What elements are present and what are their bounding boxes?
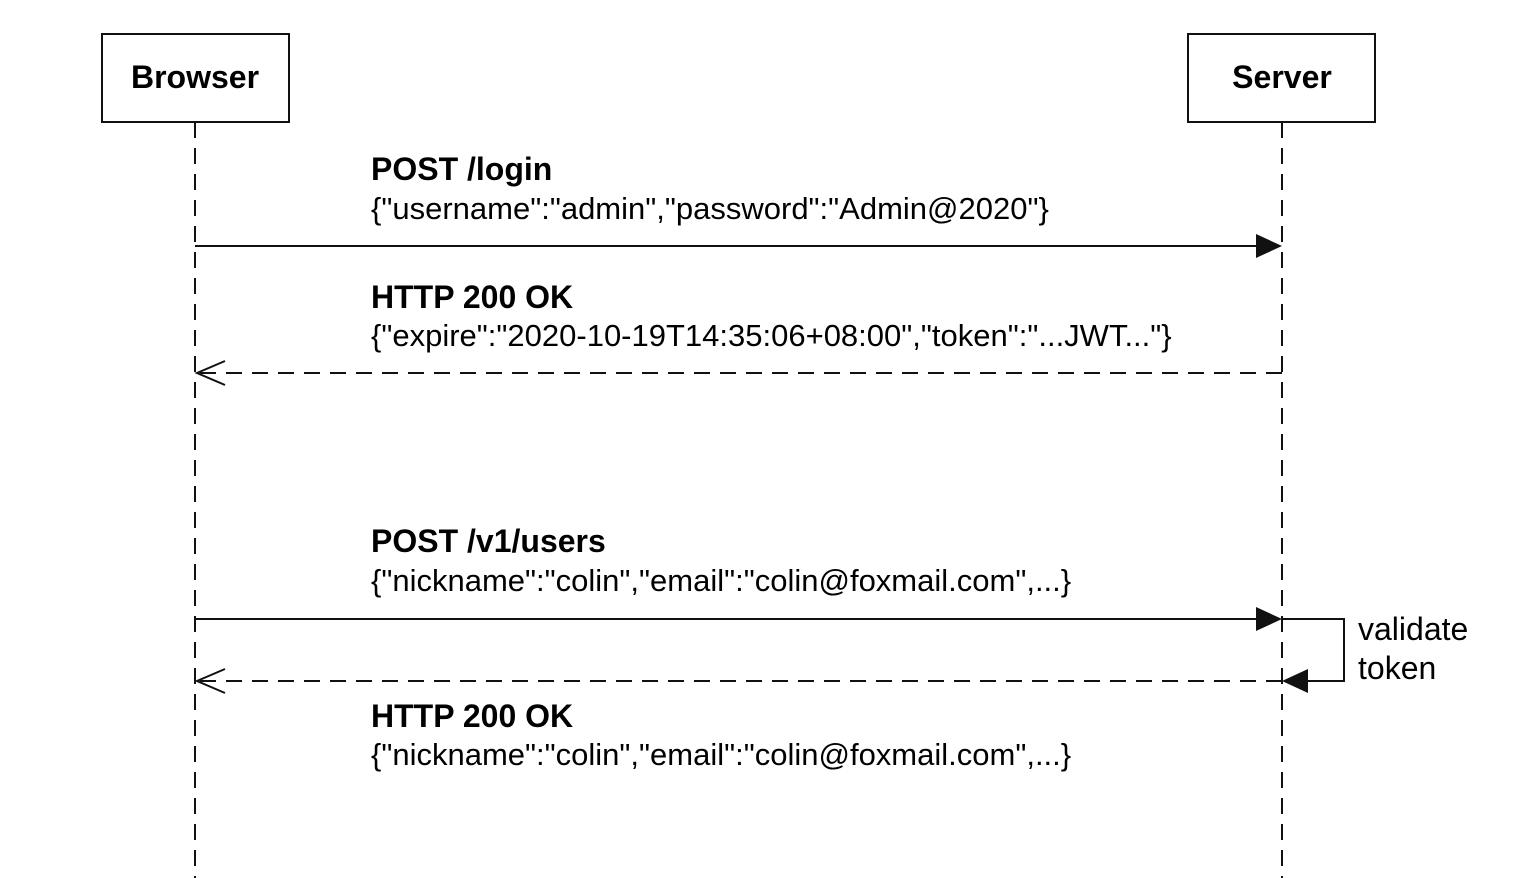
browser-actor: Browser <box>101 33 290 123</box>
self-note-line-1: validate <box>1358 611 1468 647</box>
message-login-request: POST /login {"username":"admin","passwor… <box>195 151 1282 258</box>
server-actor-label: Server <box>1232 59 1332 95</box>
message-title: HTTP 200 OK <box>371 279 573 315</box>
server-actor: Server <box>1187 33 1376 123</box>
filled-arrowhead-icon <box>1256 234 1282 258</box>
message-create-user-request: POST /v1/users {"nickname":"colin","emai… <box>195 523 1282 631</box>
message-body: {"nickname":"colin","email":"colin@foxma… <box>371 737 1071 772</box>
message-body: {"username":"admin","password":"Admin@20… <box>371 191 1049 226</box>
self-note-line-2: token <box>1358 650 1436 686</box>
message-body: {"nickname":"colin","email":"colin@foxma… <box>371 563 1071 598</box>
message-login-response: HTTP 200 OK {"expire":"2020-10-19T14:35:… <box>194 279 1282 386</box>
filled-arrowhead-icon <box>1256 607 1282 631</box>
self-message-validate-token: validate token <box>1282 611 1468 693</box>
filled-arrowhead-icon <box>1282 669 1308 693</box>
message-title: HTTP 200 OK <box>371 698 573 734</box>
self-loop-line <box>1282 618 1345 682</box>
message-title: POST /v1/users <box>371 523 606 559</box>
message-body: {"expire":"2020-10-19T14:35:06+08:00","t… <box>371 318 1172 353</box>
message-title: POST /login <box>371 151 552 187</box>
browser-actor-label: Browser <box>131 59 259 95</box>
sequence-diagram: Browser Server POST /login {"username":"… <box>101 33 1468 878</box>
message-create-user-response: HTTP 200 OK {"nickname":"colin","email":… <box>194 668 1282 772</box>
